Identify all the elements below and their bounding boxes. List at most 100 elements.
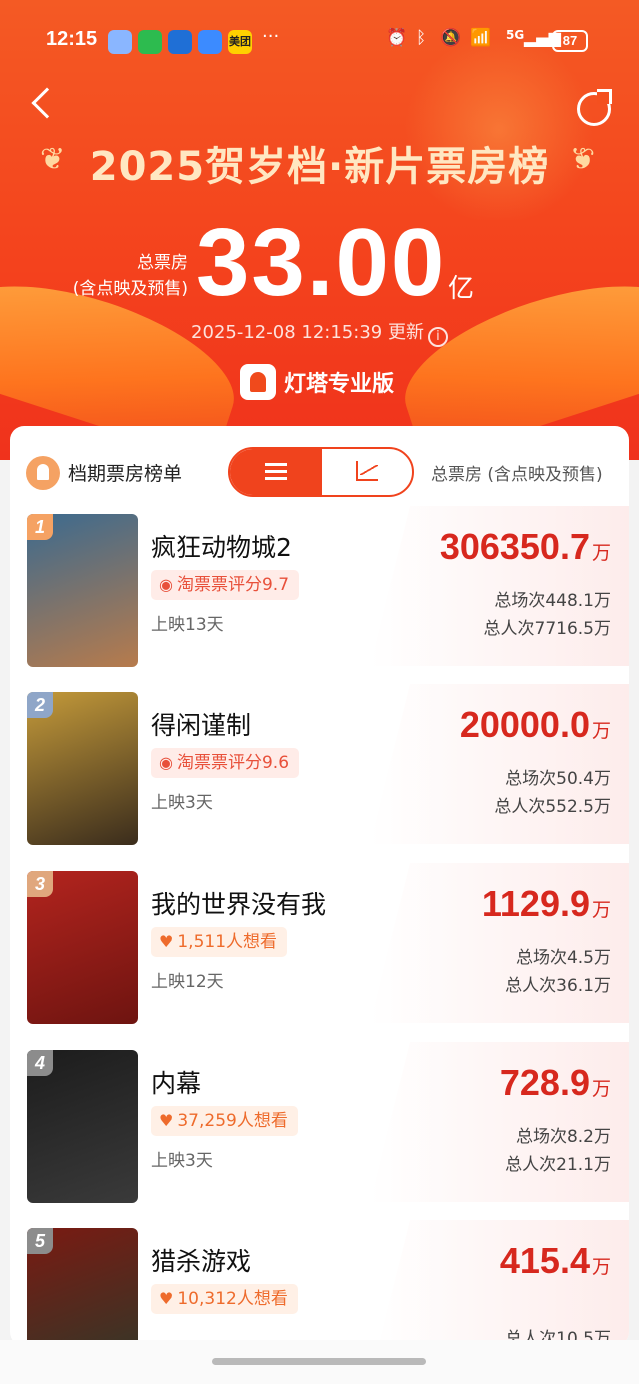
box-office-value: 415.4 [499,1240,590,1281]
movie-poster[interactable]: 4 [27,1050,138,1203]
movie-title[interactable]: 得闲谨制 [151,706,251,742]
lighthouse-icon [240,364,276,400]
update-time-text: 2025-12-08 12:15:39 更新 [191,322,424,343]
ranking-card: 档期票房榜单 总票房 (含点映及预售) 1 疯狂动物城2 ◉ 淘票票评分9.7 上映13… [10,426,629,1346]
column-label: 总票房 (含点映及预售) [431,465,603,485]
update-timestamp: 2025-12-08 12:15:39 更新 i [0,318,639,347]
box-office: 1129.9 万 [482,883,611,925]
lighthouse-small-icon [26,456,60,490]
trend-chart-icon [356,461,378,481]
list-icon [265,463,287,481]
back-icon[interactable] [31,87,63,119]
total-box-office-label: 总票房 (含点映及预售) [70,250,188,302]
box-office: 306350.7 万 [440,526,611,568]
rating-badge: ◉ 淘票票评分9.7 [151,570,300,600]
total-label-line2: (含点映及预售) [72,279,188,299]
movie-title[interactable]: 猎杀游戏 [151,1242,251,1278]
total-label-line1: 总票房 [137,253,188,273]
total-box-office-unit: 亿 [448,274,475,304]
box-office: 415.4 万 [500,1240,611,1282]
movie-title[interactable]: 我的世界没有我 [151,885,326,921]
movie-row[interactable]: 1 疯狂动物城2 ◉ 淘票票评分9.7 上映13天 306350.7 万总场次448.1万总… [10,506,629,667]
movie-title[interactable]: 疯狂动物城2 [151,528,292,564]
total-admissions: 总人次36.1万 [505,976,611,996]
firework-decoration [399,40,599,220]
badge-text: 淘票票评分9.6 [176,753,290,773]
network-type: 5G [506,28,525,42]
release-days: 上映12天 [151,972,224,992]
weather-app-icon [108,30,132,54]
total-admissions: 总人次7716.5万 [483,619,611,639]
total-box-office-value: 33.00 [196,209,447,316]
chat-app-icon [198,30,222,54]
movie-row[interactable]: 3 我的世界没有我 ♥ 1,511人想看上映12天 1129.9 万总场次4.5万总人次3… [10,863,629,1024]
meituan-app-icon: 美团 [228,30,252,54]
want-to-see-badge: ♥ 37,259人想看 [151,1106,298,1136]
rating-badge: ◉ 淘票票评分9.6 [151,748,300,778]
more-notifications-icon: ··· [262,26,280,47]
brand-name: 灯塔专业版 [284,372,395,397]
box-office-unit: 万 [591,899,611,921]
share-icon[interactable] [577,89,612,126]
release-days: 上映3天 [151,793,213,813]
view-toggle [228,447,414,497]
wechat-icon [138,30,162,54]
box-office-value: 20000.0 [459,704,590,745]
movie-row[interactable]: 4 内幕 ♥ 37,259人想看 上映3天 728.9 万总场次8.2万 总人次21.1万 [10,1042,629,1203]
release-days: 上映3天 [151,1151,213,1171]
movie-row[interactable]: 5 猎杀游戏 ♥ 10,312人想看 415.4 万总人次10.5万 [10,1220,629,1346]
rank-badge: 1 [27,514,53,540]
movie-poster[interactable]: 5 [27,1228,138,1346]
box-office: 20000.0 万 [460,704,611,746]
brand-logo: 灯塔专业版 [240,364,394,404]
release-days: 上映13天 [151,615,224,635]
movie-poster[interactable]: 2 [27,692,138,845]
movie-row[interactable]: 2 得闲谨制 ◉ 淘票票评分9.6 上映3天 20000.0 万总场次50.4万总人次552… [10,684,629,845]
movie-poster[interactable]: 3 [27,871,138,1024]
badge-text: 37,259人想看 [177,1111,288,1131]
box-office-unit: 万 [591,1078,611,1100]
taopiaopiao-icon: ◉ [159,575,173,594]
rank-badge: 2 [27,692,53,718]
home-indicator[interactable] [212,1358,426,1365]
total-sessions: 总场次50.4万 [505,769,611,789]
ranking-title: 档期票房榜单 [68,463,183,485]
battery-icon: 87 [552,30,588,52]
box-office-unit: 万 [591,720,611,742]
want-to-see-badge: ♥ 10,312人想看 [151,1284,298,1314]
box-office-value: 306350.7 [439,526,590,567]
info-icon[interactable]: i [427,327,448,347]
rank-badge: 3 [27,871,53,897]
laurel-right-icon: ❦ [570,142,596,177]
rank-badge: 4 [27,1050,53,1076]
rank-badge: 5 [27,1228,53,1254]
alarm-icon: ⏰ [386,28,408,48]
bluetooth-icon: ᛒ [416,28,427,48]
bank-app-icon [168,30,192,54]
list-view-button[interactable] [230,449,322,495]
total-sessions: 总场次448.1万 [494,591,611,611]
total-sessions: 总场次4.5万 [515,948,611,968]
wifi-icon: 📶 [470,28,492,48]
header-banner: 12:15 美团 ··· ⏰ ᛒ 🔕 📶 5G ▂▄▆ 87 ❦ 2025贺岁档… [0,0,639,460]
ranking-tabbar: 档期票房榜单 总票房 (含点映及预售) [10,426,629,506]
badge-text: 1,511人想看 [177,932,278,952]
navigation-bar [0,1340,639,1384]
movie-poster[interactable]: 1 [27,514,138,667]
heart-icon: ♥ [159,1111,174,1130]
want-to-see-badge: ♥ 1,511人想看 [151,927,288,957]
box-office: 728.9 万 [500,1062,611,1104]
badge-text: 淘票票评分9.7 [176,575,290,595]
heart-icon: ♥ [159,1289,174,1308]
movie-title[interactable]: 内幕 [151,1064,201,1100]
box-office-value: 1129.9 [481,883,590,924]
badge-text: 10,312人想看 [177,1289,288,1309]
total-admissions: 总人次552.5万 [494,797,611,817]
page-title: 2025贺岁档·新片票房榜 [89,144,550,190]
box-office-unit: 万 [591,542,611,564]
box-office-unit: 万 [591,1256,611,1278]
box-office-value: 728.9 [499,1062,590,1103]
heart-icon: ♥ [159,932,174,951]
chart-view-button[interactable] [322,449,412,495]
status-time: 12:15 [46,28,98,50]
